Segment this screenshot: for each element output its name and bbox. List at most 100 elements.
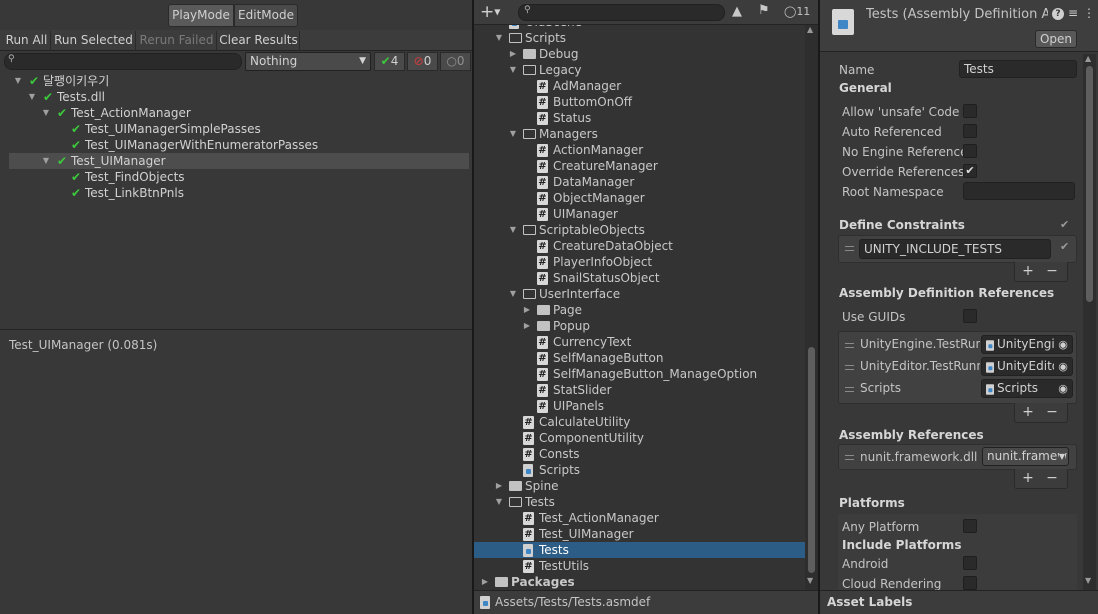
drag-handle-icon[interactable] (845, 343, 854, 348)
project-tree-row[interactable]: # CreatureDataObject (474, 238, 805, 254)
project-tree-row[interactable]: # ComponentUtility (474, 430, 805, 446)
project-tree-row[interactable]: # ActionManager (474, 142, 805, 158)
test-tree-row[interactable]: ✔ Test_UIManagerSimplePasses (0, 121, 472, 137)
project-tree-row[interactable]: # SelfManageButton_ManageOption (474, 366, 805, 382)
remove-constraint-button[interactable]: − (1041, 263, 1063, 280)
open-button[interactable]: Open (1035, 30, 1077, 48)
asm-def-ref-object-field[interactable]: UnityEngi ◉ (981, 335, 1073, 354)
project-tree-row[interactable]: ▼ Managers (474, 126, 805, 142)
preset-icon[interactable]: ≡ (1068, 6, 1078, 20)
scroll-up-icon[interactable]: ▲ (1085, 54, 1091, 63)
tab-editmode[interactable]: EditMode (234, 4, 298, 27)
collapse-arrow-icon[interactable]: ▼ (494, 30, 504, 46)
run-all-button[interactable]: Run All (3, 31, 51, 51)
any-platform-checkbox[interactable] (963, 519, 977, 533)
root-namespace-field[interactable] (963, 182, 1075, 200)
tab-playmode[interactable]: PlayMode (168, 4, 234, 27)
run-selected-button[interactable]: Run Selected (52, 31, 136, 51)
expand-arrow-icon[interactable]: ▶ (522, 302, 532, 318)
collapse-arrow-icon[interactable]: ▼ (508, 222, 518, 238)
project-tree-row[interactable]: # ObjectManager (474, 190, 805, 206)
project-tree-row[interactable]: # SnailStatusObject (474, 270, 805, 286)
scroll-down-icon[interactable]: ▼ (1085, 576, 1091, 585)
collapse-arrow-icon[interactable]: ▼ (508, 286, 518, 302)
help-icon[interactable]: ? (1052, 8, 1064, 20)
test-tree-row[interactable]: ▼ ✔ Test_UIManager (9, 153, 469, 169)
project-tree-row[interactable]: ▼ Scripts (474, 30, 805, 46)
override-refs-checkbox[interactable]: ✔ (963, 164, 977, 178)
drag-handle-icon[interactable] (845, 387, 854, 392)
project-tree-row[interactable]: ▼ Tests (474, 494, 805, 510)
failed-count-toggle[interactable]: ⊘0 (407, 52, 438, 71)
passed-count-toggle[interactable]: ✔4 (374, 52, 405, 71)
project-tree-row[interactable]: ▶ Debug (474, 46, 805, 62)
project-tree-row[interactable]: # UIManager (474, 206, 805, 222)
project-scrollbar[interactable]: ▲ ▼ (805, 25, 818, 590)
project-tree-row[interactable]: ▶ Popup (474, 318, 805, 334)
skipped-count-toggle[interactable]: ○0 (440, 52, 471, 71)
project-tree-row[interactable]: # TestUtils (474, 558, 805, 574)
scroll-up-icon[interactable]: ▲ (807, 25, 813, 34)
asset-labels-bar[interactable]: Asset Labels (820, 590, 1098, 614)
collapse-arrow-icon[interactable]: ▼ (494, 494, 504, 510)
expand-arrow-icon[interactable]: ▶ (508, 46, 518, 62)
drag-handle-icon[interactable] (845, 365, 854, 370)
expand-arrow-icon[interactable]: ▶ (522, 318, 532, 334)
test-tree-row[interactable]: ✔ Test_UIManagerWithEnumeratorPasses (0, 137, 472, 153)
filter-by-label-icon[interactable]: ⚑ (758, 3, 770, 18)
object-picker-icon[interactable]: ◉ (1054, 358, 1072, 375)
add-asm-ref-button[interactable]: + (1017, 470, 1039, 487)
expand-arrow-icon[interactable]: ▶ (480, 574, 490, 590)
project-tree-row[interactable]: # Status (474, 110, 805, 126)
test-tree-row[interactable]: ▼ ✔ Tests.dll (0, 89, 472, 105)
collapse-arrow-icon[interactable]: ▼ (508, 126, 518, 142)
expand-arrow-icon[interactable]: ▼ (13, 73, 23, 89)
project-tree-row[interactable]: # CurrencyText (474, 334, 805, 350)
project-tree-row[interactable]: # Test_ActionManager (474, 510, 805, 526)
category-filter-dropdown[interactable]: Nothing ▼ (245, 52, 371, 71)
asm-def-ref-object-field[interactable]: Scripts ◉ (981, 379, 1073, 398)
scroll-down-icon[interactable]: ▼ (807, 576, 813, 585)
object-picker-icon[interactable]: ◉ (1054, 380, 1072, 397)
project-tree-row[interactable]: ▶ Page (474, 302, 805, 318)
remove-asm-ref-button[interactable]: − (1041, 470, 1063, 487)
test-search-input[interactable] (4, 53, 242, 70)
expand-arrow-icon[interactable]: ▼ (41, 153, 51, 169)
project-tree-row[interactable]: ▶ Spine (474, 478, 805, 494)
project-tree-row[interactable]: ▶ Packages (474, 574, 805, 590)
remove-reference-button[interactable]: − (1041, 404, 1063, 421)
auto-referenced-checkbox[interactable] (963, 124, 977, 138)
test-tree-row[interactable]: ✔ Test_FindObjects (0, 169, 472, 185)
expand-arrow-icon[interactable]: ▼ (27, 89, 37, 105)
project-tree-row[interactable]: # CalculateUtility (474, 414, 805, 430)
project-tree-row[interactable]: Scripts (474, 462, 805, 478)
project-tree-row[interactable]: ▼ ScriptableObjects (474, 222, 805, 238)
project-tree-row[interactable]: # CreatureManager (474, 158, 805, 174)
project-tree-row[interactable]: # SelfManageButton (474, 350, 805, 366)
add-reference-button[interactable]: + (1017, 404, 1039, 421)
project-tree-row[interactable]: # Consts (474, 446, 805, 462)
project-tree-row[interactable]: # AdManager (474, 78, 805, 94)
filter-by-type-icon[interactable]: ▲ (732, 4, 742, 19)
rerun-failed-button[interactable]: Rerun Failed (137, 31, 217, 51)
drag-handle-icon[interactable] (845, 246, 854, 251)
inspector-scrollbar[interactable]: ▲ ▼ (1083, 54, 1096, 590)
allow-unsafe-checkbox[interactable] (963, 104, 977, 118)
test-tree-row[interactable]: ✔ Test_LinkBtnPnls (0, 185, 472, 201)
scroll-thumb[interactable] (1086, 66, 1093, 302)
project-tree-row[interactable]: # PlayerInfoObject (474, 254, 805, 270)
project-tree-row[interactable]: # DataManager (474, 174, 805, 190)
project-tree-row[interactable]: # UIPanels (474, 398, 805, 414)
no-engine-refs-checkbox[interactable] (963, 144, 977, 158)
use-guids-checkbox[interactable] (963, 309, 977, 323)
collapse-arrow-icon[interactable]: ▼ (508, 62, 518, 78)
cloud-rendering-checkbox[interactable] (963, 576, 977, 590)
android-checkbox[interactable] (963, 556, 977, 570)
object-picker-icon[interactable]: ◉ (1054, 336, 1072, 353)
test-tree-row[interactable]: ▼ ✔ Test_ActionManager (0, 105, 472, 121)
hidden-packages-toggle[interactable]: ◯11 (784, 5, 810, 18)
clear-results-button[interactable]: Clear Results (218, 31, 300, 51)
more-options-icon[interactable]: ⋮ (1083, 6, 1095, 20)
name-field[interactable]: Tests (959, 60, 1077, 78)
define-constraint-field[interactable]: UNITY_INCLUDE_TESTS (859, 239, 1051, 259)
